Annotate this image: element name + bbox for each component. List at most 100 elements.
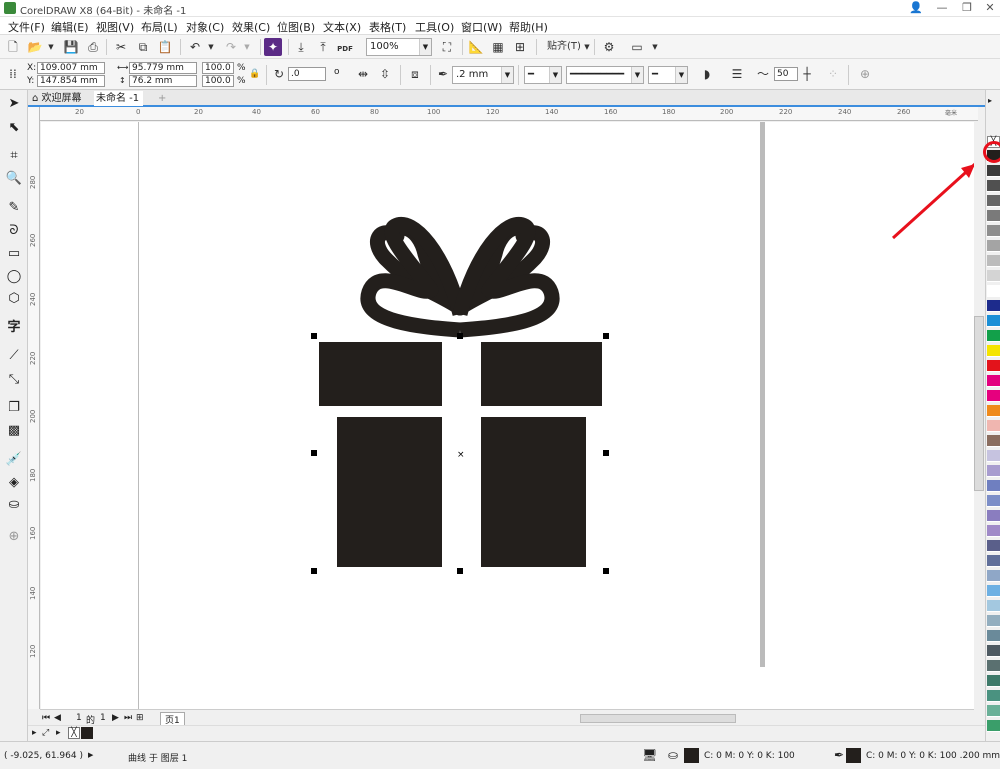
color-swatch[interactable] xyxy=(987,540,1000,552)
artistic-media-icon[interactable]: ᘐ xyxy=(4,221,24,241)
transparency-tool-icon[interactable]: ▩ xyxy=(4,421,24,441)
connector-tool-icon[interactable]: ⤡ xyxy=(4,370,24,390)
drop-shadow-icon[interactable]: ❐ xyxy=(4,398,24,418)
restore-button[interactable]: ❐ xyxy=(955,0,979,16)
color-swatch[interactable] xyxy=(987,720,1000,732)
color-swatch[interactable] xyxy=(987,375,1000,387)
scale-y-input[interactable]: 100.0 xyxy=(202,75,234,87)
document-palette-arrow-icon[interactable]: ▸ xyxy=(32,728,37,738)
rectangle-tool-icon[interactable]: ▭ xyxy=(4,244,24,264)
palette-expand-icon[interactable]: ▸ xyxy=(988,96,992,105)
menu-view[interactable]: 视图(V) xyxy=(94,18,136,36)
pick-tool-icon[interactable]: ➤ xyxy=(4,94,24,114)
next-page-icon[interactable]: ▶ xyxy=(112,713,119,723)
mirror-horizontal-icon[interactable]: ⇹ xyxy=(354,65,372,83)
minimize-button[interactable]: — xyxy=(930,0,954,16)
zoom-level-combo[interactable]: 100% ▼ xyxy=(366,38,432,56)
start-arrowhead-combo[interactable]: ━ ▼ xyxy=(524,66,562,84)
color-swatch[interactable] xyxy=(987,660,1000,672)
add-tab-button[interactable]: + xyxy=(156,91,170,106)
fill-color-chip[interactable] xyxy=(684,748,699,763)
lock-ratio-icon[interactable]: 🔒 xyxy=(246,65,264,83)
color-swatch[interactable] xyxy=(987,495,1000,507)
color-swatch[interactable] xyxy=(987,330,1000,342)
color-swatch[interactable] xyxy=(987,570,1000,582)
color-swatch[interactable] xyxy=(987,435,1000,447)
color-swatch[interactable] xyxy=(987,390,1000,402)
color-swatch[interactable] xyxy=(987,555,1000,567)
outline-pen-icon[interactable]: ✒ xyxy=(834,748,844,762)
shape-tool-icon[interactable]: ⬉ xyxy=(4,118,24,138)
outline-width-combo[interactable]: .2 mm ▼ xyxy=(452,66,514,84)
crop-tool-icon[interactable]: ⌗ xyxy=(4,146,24,166)
menu-layout[interactable]: 布局(L) xyxy=(139,18,180,36)
last-page-icon[interactable]: ⏭ xyxy=(124,713,132,723)
color-swatch[interactable] xyxy=(987,450,1000,462)
text-wrap-icon[interactable]: ☰ xyxy=(728,65,746,83)
show-grid-icon[interactable]: ▦ xyxy=(489,38,507,56)
color-swatch[interactable] xyxy=(987,195,1000,207)
mirror-vertical-icon[interactable]: ⇳ xyxy=(376,65,394,83)
smoothing-slider-icon[interactable]: ┼ xyxy=(798,65,816,83)
scrollbar-thumb[interactable] xyxy=(974,316,984,491)
height-input[interactable]: 76.2 mm xyxy=(129,75,197,87)
close-button[interactable]: ✕ xyxy=(978,0,1000,16)
redo-dropdown-icon[interactable]: ▼ xyxy=(238,38,256,56)
import-icon[interactable]: ⤓ xyxy=(292,38,310,56)
color-swatch[interactable] xyxy=(987,480,1000,492)
menu-file[interactable]: 文件(F) xyxy=(6,18,47,36)
color-swatch[interactable] xyxy=(987,690,1000,702)
wrap-text-icon[interactable]: ⧈ xyxy=(406,65,424,83)
width-input[interactable]: 95.779 mm xyxy=(129,62,197,74)
document-no-color-swatch[interactable]: ╳ xyxy=(68,727,80,739)
color-swatch[interactable] xyxy=(987,300,1000,312)
color-profile-icon[interactable]: 🖥 xyxy=(642,748,657,762)
undo-dropdown-icon[interactable]: ▼ xyxy=(202,38,220,56)
search-content-icon[interactable]: ✦ xyxy=(264,38,282,56)
color-swatch[interactable] xyxy=(987,675,1000,687)
new-document-icon[interactable]: 🗋 xyxy=(4,38,22,56)
text-tool-icon[interactable]: 字 xyxy=(4,318,24,338)
previous-page-icon[interactable]: ◀ xyxy=(54,713,61,723)
parallel-dimension-icon[interactable]: ⟋ xyxy=(4,346,24,366)
print-icon[interactable]: ⎙ xyxy=(84,38,102,56)
color-swatch[interactable] xyxy=(987,510,1000,522)
close-curve-icon[interactable]: ◗ xyxy=(698,65,716,83)
color-swatch[interactable] xyxy=(987,210,1000,222)
smoothing-input[interactable]: 50 xyxy=(774,67,798,81)
publish-pdf-icon[interactable]: PDF xyxy=(336,38,354,56)
color-swatch[interactable] xyxy=(987,615,1000,627)
paste-icon[interactable]: 📋 xyxy=(156,38,174,56)
tab-document[interactable]: 未命名 -1 xyxy=(94,91,144,106)
menu-window[interactable]: 窗口(W) xyxy=(459,18,504,36)
quick-customize-icon[interactable]: ⊕ xyxy=(856,65,874,83)
outline-color-chip[interactable] xyxy=(846,748,861,763)
account-icon[interactable]: 👤 xyxy=(904,0,928,16)
eyedropper-icon[interactable]: ⤢ xyxy=(42,728,49,738)
drawing-canvas[interactable]: × xyxy=(41,122,977,709)
color-swatch[interactable] xyxy=(987,345,1000,357)
end-arrowhead-combo[interactable]: ━ ▼ xyxy=(648,66,688,84)
smart-fill-icon[interactable]: ⛀ xyxy=(4,495,24,515)
color-swatch[interactable] xyxy=(987,315,1000,327)
menu-bitmaps[interactable]: 位图(B) xyxy=(275,18,317,36)
y-position-input[interactable]: 147.854 mm xyxy=(37,75,105,87)
fill-bucket-icon[interactable]: ⛀ xyxy=(668,748,678,762)
polygon-tool-icon[interactable]: ⬡ xyxy=(4,289,24,309)
menu-table[interactable]: 表格(T) xyxy=(367,18,408,36)
menu-text[interactable]: 文本(X) xyxy=(321,18,363,36)
show-guidelines-icon[interactable]: ⊞ xyxy=(511,38,529,56)
add-tool-icon[interactable]: ⊕ xyxy=(4,527,24,547)
horizontal-ruler[interactable]: 20 0 20 40 60 80 100 120 140 160 180 200… xyxy=(40,107,978,121)
color-swatch[interactable] xyxy=(987,240,1000,252)
menu-effects[interactable]: 效果(C) xyxy=(230,18,272,36)
status-arrow-icon[interactable]: ▶ xyxy=(88,751,93,759)
rotation-input[interactable]: .0 xyxy=(288,67,326,81)
document-black-swatch[interactable] xyxy=(81,727,93,739)
eyedropper-tool-icon[interactable]: 💉 xyxy=(4,450,24,470)
zoom-tool-icon[interactable]: 🔍 xyxy=(4,169,24,189)
color-swatch[interactable] xyxy=(987,705,1000,717)
color-swatch[interactable] xyxy=(987,165,1000,177)
save-icon[interactable]: 💾 xyxy=(62,38,80,56)
color-swatch[interactable] xyxy=(987,360,1000,372)
